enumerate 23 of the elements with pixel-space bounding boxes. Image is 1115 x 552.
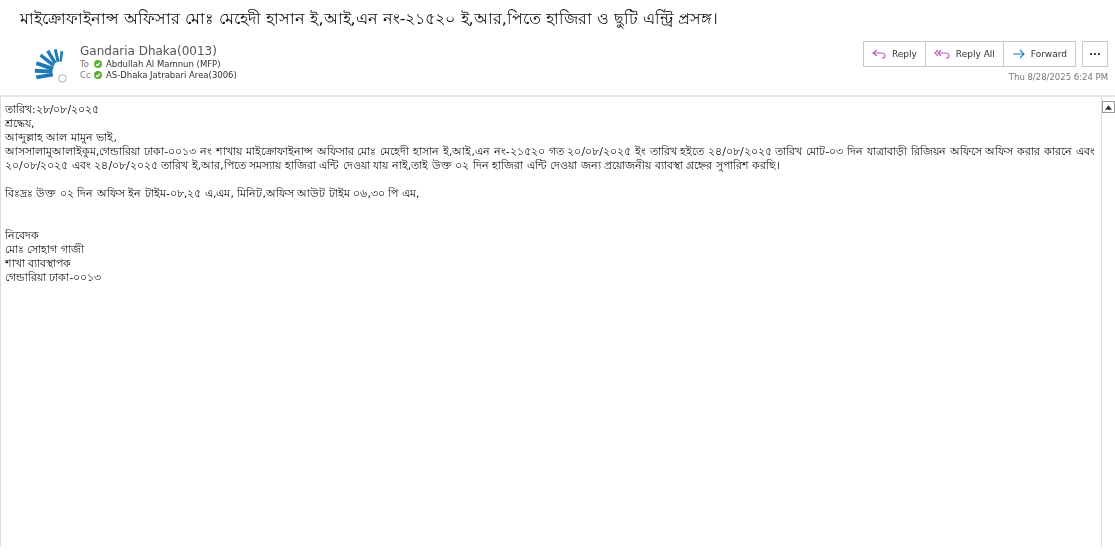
body-text-line: বিঃদ্রঃ উক্ত ০২ দিন অফিস ইন টাইম-০৮,২৫ এ,এম, মিনিট,অফিস আউট টাইম ০৬,৩০ পি এম, — [5, 187, 421, 201]
body-text-line: নিবেদক — [5, 229, 40, 243]
body-text-line: মোঃ সোহাগ গাজী — [5, 243, 85, 257]
more-options-button[interactable]: ··· — [1082, 41, 1108, 67]
scrollbar[interactable] — [1101, 97, 1115, 547]
recipient-name[interactable]: Abdullah Al Mamnun (MFP) — [106, 59, 221, 69]
body-text-line: গেন্ডারিয়া ঢাকা-০০১৩ — [5, 271, 103, 285]
email-subject: মাইক্রোফাইনান্স অফিসার মোঃ মেহেদী হাসান ই,আই,এন নং-২১৫২০ ই,আর,পিতে হাজিরা ও ছুটি এন্ট্রি প্রসঙ্গ। — [19, 8, 720, 31]
body-paragraph: আসসালামুআলাইকুম,গেন্ডারিয়া ঢাকা-০০১৩ নং শাখায় মাইক্রোফাইনান্স অফিসার মোঃ মেহেদী হাসান ই,আই,এন নং-২১৫২০ গত ২০/০৮/২০২৫ ইং তারিখ হইতে ২৪/০৮/২০২৫ তারিখ মোট-০৩ দিন যাত্রাবাড়ী রিজিয়ন অফিসে অফিস করার কারনে এবং ২০/০৮/২০২৫ এবং ২৪/০৮/২০২৫ তারিখ ই,আর,পিতে সমস্যায় হাজিরা এন্টি দেওয়া যায় নাই,তাই উক্ত ০২ দিন হাজিরা এন্টি দেওয়া জন্য প্রয়োজনীয় ব্যাবস্থা গ্রহ্নের সুপারিশ করছি। — [5, 145, 1095, 173]
reply-all-arrow-icon — [933, 49, 950, 59]
sender-logo-icon — [32, 47, 70, 85]
recipient-label: Cc — [80, 70, 90, 80]
scroll-up-icon[interactable] — [1102, 101, 1115, 113]
sender-name: Gandaria Dhaka(0013) — [80, 44, 218, 58]
forward-arrow-icon — [1011, 49, 1025, 59]
reply-arrow-icon — [871, 49, 886, 59]
recipient-name[interactable]: AS-Dhaka Jatrabari Area(3006) — [106, 70, 237, 80]
recipient-label: To — [80, 59, 90, 69]
body-text-line: তারিখ:২৮/০৮/২০২৫ — [5, 103, 101, 117]
body-text-line: শ্রদ্ধেয়, — [5, 117, 36, 131]
body-text-line: আব্দুল্লাহ আল মামুন ভাই, — [5, 131, 118, 145]
timestamp: Thu 8/28/2025 6:24 PM — [1008, 72, 1108, 82]
body-text-line: শাখা ব্যাবস্থাপক — [5, 257, 73, 271]
